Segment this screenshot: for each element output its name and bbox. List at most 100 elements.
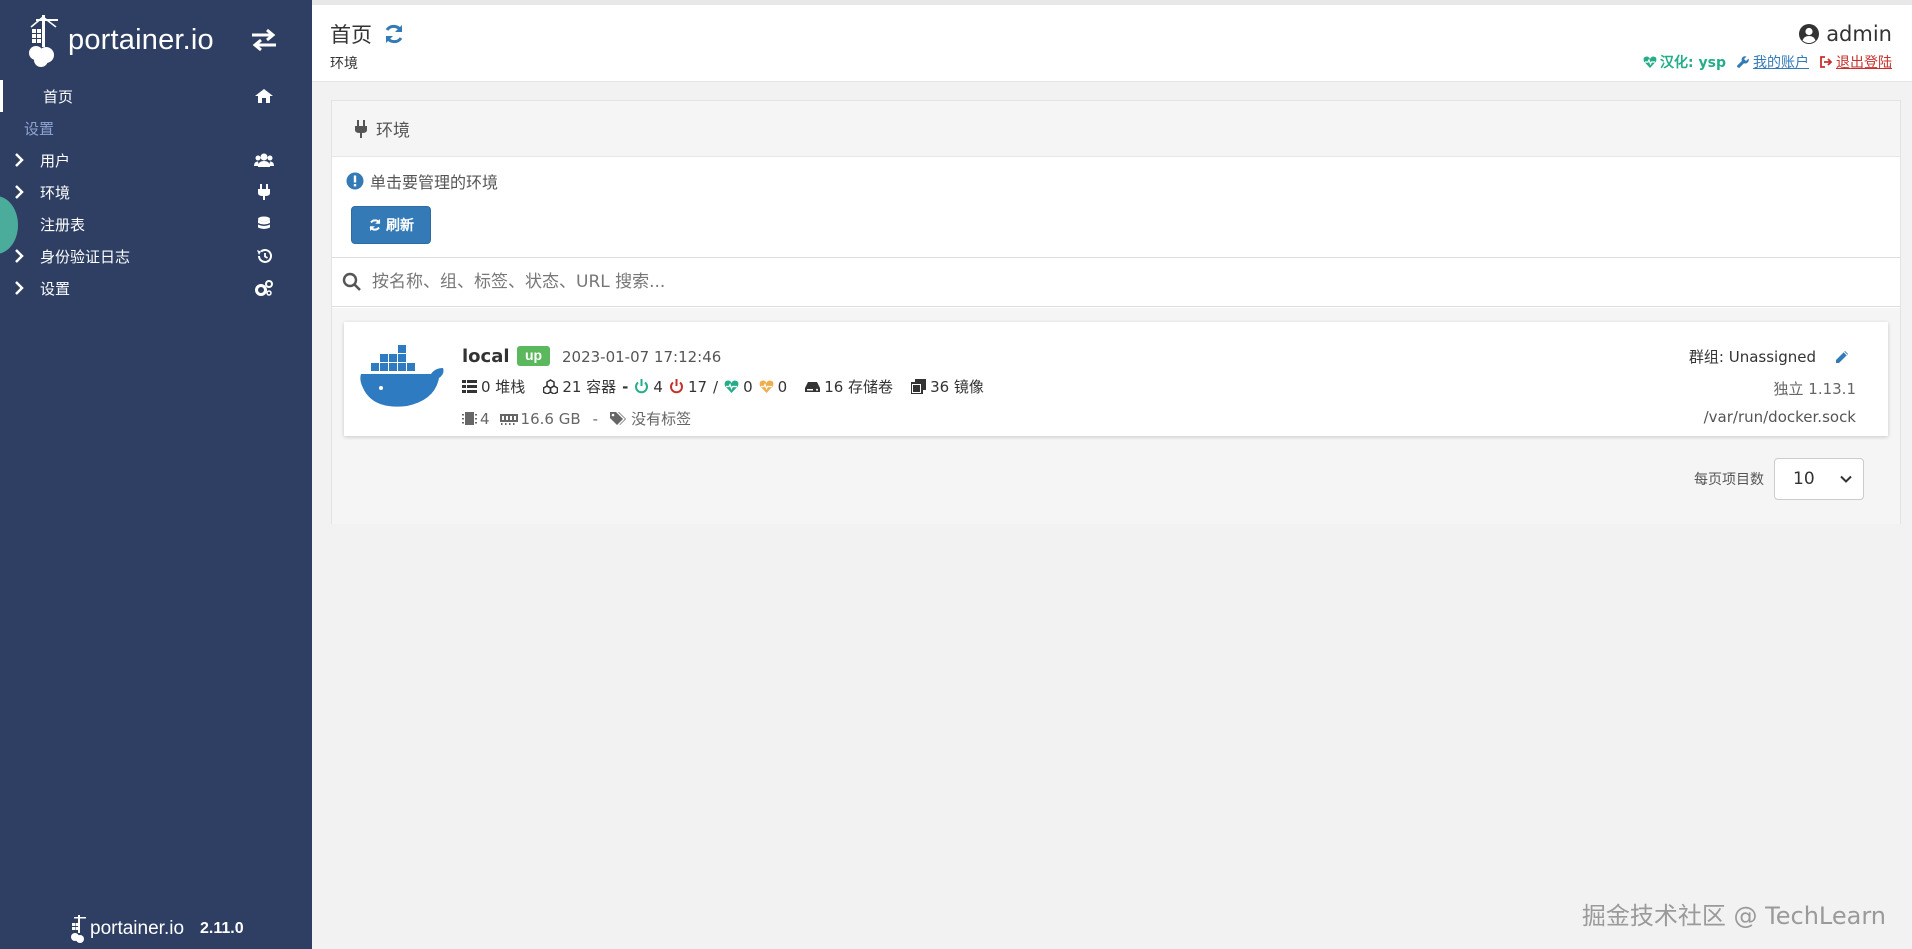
environment-type: 独立 1.13.1: [1773, 380, 1856, 398]
sidebar-item-label: 首页: [43, 87, 74, 106]
wrench-icon: [1736, 56, 1749, 68]
stacks-stat: 0 堆栈: [462, 376, 525, 397]
chevron-right-icon: [15, 185, 24, 199]
sidebar-nav: 首页 设置 用户 环境 注册表 身份验证日志 设置: [0, 80, 312, 304]
heartbeat-warning-icon: [759, 380, 774, 393]
plug-icon: [258, 184, 270, 200]
watermark: 掘金技术社区 @ TechLearn: [1581, 902, 1886, 930]
sidebar-item-label: 用户: [40, 151, 71, 170]
volumes-count: 16 存储卷: [824, 378, 894, 396]
footer-brand-name: portainer.io: [90, 918, 185, 939]
unhealthy-count: 0: [777, 377, 788, 396]
my-account-label: 我的账户: [1753, 55, 1809, 71]
environment-timestamp: 2023-01-07 17:12:46: [562, 348, 722, 366]
exchange-icon[interactable]: [250, 28, 278, 52]
stat-separator: -: [622, 377, 629, 396]
info-icon: [346, 172, 364, 190]
refresh-icon[interactable]: [382, 22, 406, 46]
sign-out-icon: [1820, 56, 1833, 68]
containers-stat: 21 容器 - 4 17 / 0 0: [543, 376, 787, 397]
cogs-icon: [255, 280, 273, 296]
heartbeat-icon: [1643, 56, 1657, 68]
clone-icon: [911, 379, 927, 394]
username: admin: [1826, 22, 1892, 46]
my-account-link[interactable]: 我的账户: [1736, 52, 1809, 72]
healthy-count-group: 0: [724, 378, 753, 396]
users-icon: [254, 153, 274, 167]
version-label: 2.11.0: [200, 920, 244, 937]
plug-icon: [355, 119, 367, 138]
user-menu: admin: [1798, 22, 1892, 46]
tags-icon: [610, 412, 627, 425]
sidebar-item-label: 环境: [40, 183, 71, 202]
environment-stats: 0 堆栈 21 容器 - 4 17 / 0 0 16 存储卷 36 镜像: [462, 376, 1002, 397]
meta-separator: -: [592, 409, 599, 428]
home-icon: [255, 89, 273, 103]
widget-title: 环境: [376, 121, 410, 141]
sidebar-item-label: 身份验证日志: [40, 247, 131, 266]
sidebar-item-label: 设置: [40, 279, 71, 298]
brand-name: portainer.io: [68, 23, 214, 56]
search-icon: [342, 272, 361, 291]
search-bar: [332, 257, 1900, 307]
sidebar-item-settings[interactable]: 设置: [0, 272, 312, 304]
pagination: 每页项目数 10: [1694, 458, 1864, 500]
hdd-icon: [805, 382, 821, 392]
sidebar-item-environments[interactable]: 环境: [0, 176, 312, 208]
memory-size: 16.6 GB: [520, 409, 581, 428]
unhealthy-count-group: 0: [759, 377, 788, 396]
images-count: 36 镜像: [930, 378, 984, 396]
environment-group: 群组: Unassigned: [1689, 346, 1850, 367]
portainer-logo-icon: [71, 915, 86, 943]
sidebar-item-auth-logs[interactable]: 身份验证日志: [0, 240, 312, 272]
power-on-icon: [635, 379, 649, 394]
sidebar-item-label: 注册表: [40, 215, 86, 234]
stopped-count: 17: [687, 377, 708, 396]
logout-link[interactable]: 退出登陆: [1819, 52, 1892, 72]
tags-label: 没有标签: [631, 410, 692, 428]
sidebar-section-heading: 设置: [24, 119, 55, 138]
sidebar-item-users[interactable]: 用户: [0, 144, 312, 176]
refresh-button[interactable]: 刷新: [351, 206, 431, 244]
volumes-stat: 16 存储卷: [805, 376, 893, 397]
stat-slash: /: [713, 377, 719, 396]
search-input[interactable]: [372, 272, 1772, 292]
environments-widget: 环境 单击要管理的环境 刷新 local up 2023-01-07 17:: [331, 100, 1901, 524]
database-icon: [258, 216, 270, 229]
refresh-button-label: 刷新: [386, 218, 414, 234]
logout-label: 退出登陆: [1836, 55, 1892, 71]
refresh-icon: [369, 219, 381, 231]
images-stat: 36 镜像: [911, 376, 984, 397]
heartbeat-icon: [724, 380, 739, 393]
hint-text: 单击要管理的环境: [346, 169, 498, 193]
cpu-count: 4: [480, 409, 490, 428]
running-count-group: 4: [634, 378, 663, 396]
environment-list: local up 2023-01-07 17:12:46 0 堆栈 21 容器 …: [332, 308, 1900, 524]
localization-text: 汉化: ysp: [1660, 55, 1726, 71]
chevron-right-icon: [15, 153, 24, 167]
brand-logo[interactable]: portainer.io: [28, 12, 258, 68]
sidebar: portainer.io 首页 设置 用户 环境 注册表 身份验证日志 设置 p…: [0, 0, 312, 949]
sidebar-footer: portainer.io 2.11.0: [70, 913, 244, 945]
microchip-icon: [462, 412, 477, 425]
power-off-icon: [670, 379, 683, 394]
chevron-right-icon: [15, 281, 24, 295]
memory-icon: [499, 414, 518, 425]
top-header: 首页 环境 admin 汉化: ysp 我的账户 退出登陆: [312, 0, 1912, 82]
sidebar-item-home[interactable]: 首页: [0, 80, 312, 112]
environment-meta: 4 16.6 GB - 没有标签: [462, 408, 691, 429]
history-icon: [257, 248, 272, 263]
status-badge: up: [517, 346, 551, 366]
sidebar-item-registries[interactable]: 注册表: [0, 208, 312, 240]
localization-credit: 汉化: ysp: [1643, 52, 1726, 72]
user-circle-icon: [1799, 24, 1820, 44]
environment-card[interactable]: local up 2023-01-07 17:12:46 0 堆栈 21 容器 …: [344, 322, 1888, 436]
page-size-select[interactable]: 10: [1774, 458, 1864, 500]
breadcrumb: 环境: [330, 56, 358, 72]
stacks-count: 0 堆栈: [481, 378, 526, 396]
pencil-icon[interactable]: [1834, 349, 1850, 365]
healthy-count: 0: [743, 377, 753, 396]
chevron-down-icon: [1840, 475, 1852, 483]
environment-name: local: [462, 346, 510, 367]
stopped-count-group: 17: [669, 378, 707, 396]
